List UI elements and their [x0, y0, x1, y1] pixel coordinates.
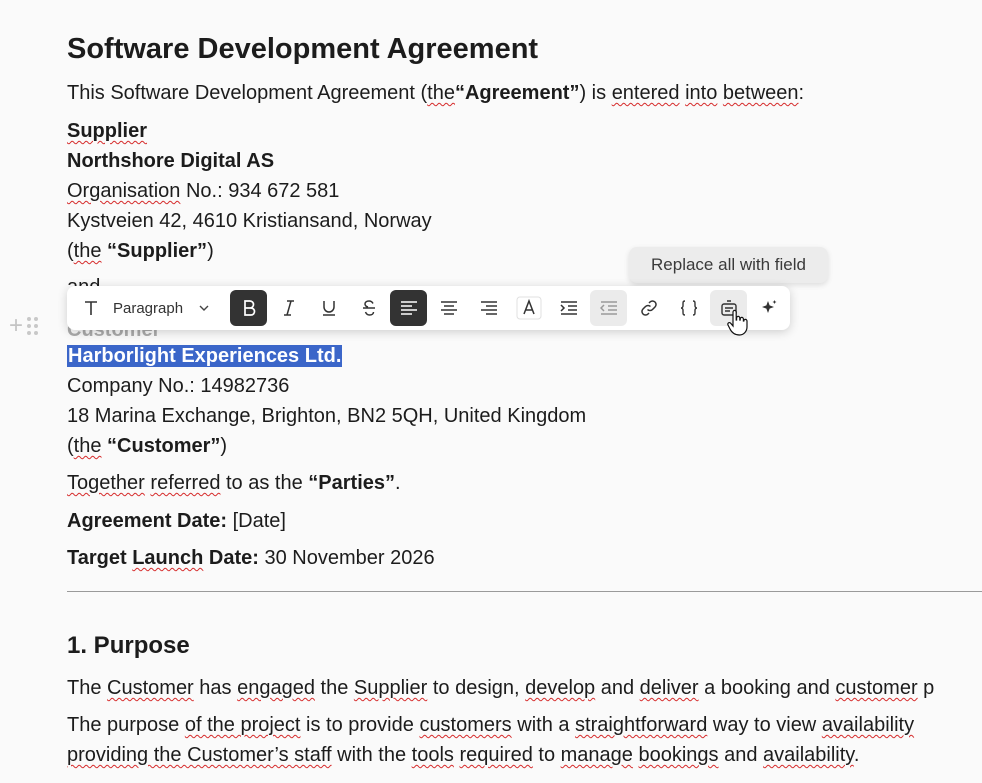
hand-pointer-cursor-icon	[727, 309, 748, 336]
underline-icon	[322, 301, 335, 316]
customer-address[interactable]: 18 Marina Exchange, Brighton, BN2 5QH, U…	[67, 403, 586, 429]
text-color-icon	[516, 296, 541, 320]
customer-name[interactable]: Harborlight Experiences Ltd.	[67, 343, 343, 369]
text-type-icon	[85, 301, 97, 315]
braces-icon	[680, 300, 697, 316]
bold-icon	[243, 300, 255, 316]
supplier-defined-term[interactable]: (the “Supplier”)	[67, 238, 214, 264]
outdent-icon	[599, 301, 617, 315]
horizontal-divider	[67, 591, 982, 592]
add-block-icon[interactable]: +	[9, 314, 23, 338]
align-left-icon	[400, 301, 417, 315]
customer-defined-term[interactable]: (the “Customer”)	[67, 433, 227, 459]
document-title[interactable]: Software Development Agreement	[67, 31, 538, 67]
supplier-heading[interactable]: Supplier	[67, 118, 147, 144]
document-page: + Software Development Agreement This So…	[0, 0, 982, 783]
drag-handle-icon[interactable]	[27, 317, 39, 335]
agreement-date[interactable]: Agreement Date: [Date]	[67, 508, 286, 534]
strikethrough-button[interactable]	[350, 290, 387, 326]
paragraph-style-dropdown[interactable]: Paragraph	[75, 290, 215, 326]
italic-icon	[283, 300, 294, 316]
customer-company-number[interactable]: Company No.: 14982736	[67, 373, 289, 399]
align-right-button[interactable]	[470, 290, 507, 326]
formatting-toolbar: Paragraph	[67, 286, 790, 330]
chevron-down-icon	[199, 305, 209, 311]
indent-button[interactable]	[550, 290, 587, 326]
purpose-heading[interactable]: 1. Purpose	[67, 631, 190, 661]
underline-button[interactable]	[310, 290, 347, 326]
supplier-org-number[interactable]: Organisation No.: 934 672 581	[67, 178, 339, 204]
purpose-paragraph-2[interactable]: The purpose of the project is to provide…	[67, 712, 914, 738]
bold-button[interactable]	[230, 290, 267, 326]
text-color-button[interactable]	[510, 290, 547, 326]
target-launch-date[interactable]: Target Launch Date: 30 November 2026	[67, 545, 435, 571]
code-braces-button[interactable]	[670, 290, 707, 326]
strikethrough-icon	[362, 300, 375, 316]
link-button[interactable]	[630, 290, 667, 326]
supplier-name[interactable]: Northshore Digital AS	[67, 148, 274, 174]
tooltip: Replace all with field	[629, 247, 828, 283]
align-left-button[interactable]	[390, 290, 427, 326]
supplier-address[interactable]: Kystveien 42, 4610 Kristiansand, Norway	[67, 208, 432, 234]
purpose-paragraph-2-continued[interactable]: providing the Customer’s staff with the …	[67, 742, 859, 768]
align-center-icon	[440, 301, 457, 315]
align-right-icon	[480, 301, 497, 315]
link-icon	[640, 300, 657, 316]
paragraph-style-label: Paragraph	[113, 299, 184, 317]
ai-sparkle-button[interactable]	[750, 290, 787, 326]
outdent-button[interactable]	[590, 290, 627, 326]
italic-button[interactable]	[270, 290, 307, 326]
align-center-button[interactable]	[430, 290, 467, 326]
and-text[interactable]: and	[67, 274, 100, 286]
indent-icon	[559, 301, 577, 315]
purpose-paragraph-1[interactable]: The Customer has engaged the Supplier to…	[67, 675, 934, 701]
intro-paragraph[interactable]: This Software Development Agreement (the…	[67, 80, 804, 106]
block-handle[interactable]: +	[9, 312, 39, 340]
sparkle-icon	[761, 300, 776, 313]
parties-paragraph[interactable]: Together referred to as the “Parties”.	[67, 470, 401, 496]
